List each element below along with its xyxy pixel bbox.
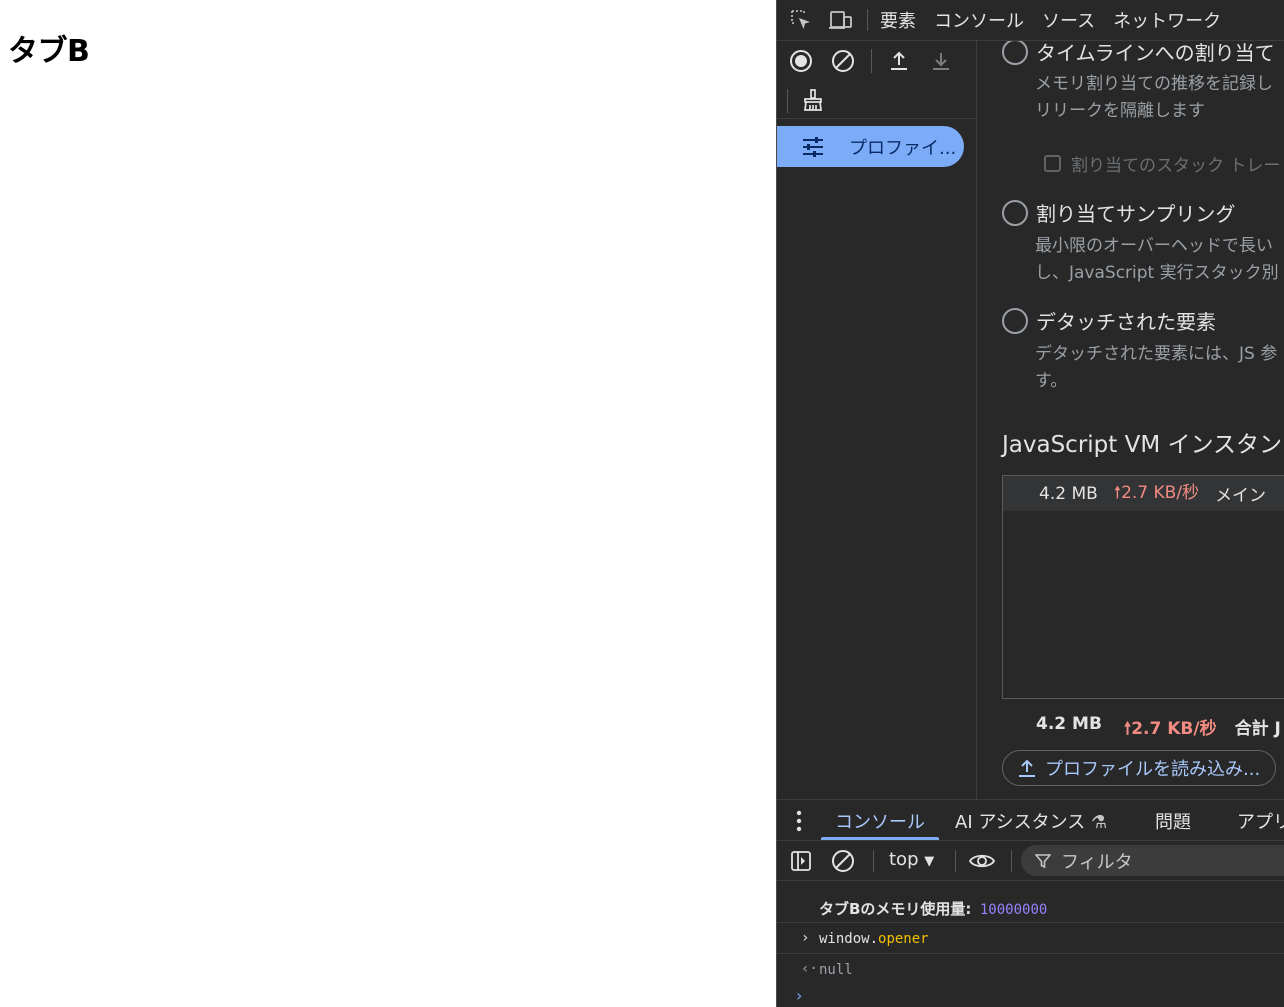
checkbox-label: 割り当てのスタック トレー: [1071, 156, 1281, 176]
option-description: メモリ割り当ての推移を記録し リリークを隔離します: [1035, 74, 1273, 121]
radio-circle[interactable]: [1002, 307, 1028, 334]
vm-rate: 🠕2.7 KB/秒: [1113, 483, 1200, 503]
tab-console[interactable]: コンソール: [934, 7, 1024, 33]
sidebar-item-label: プロファイ...: [849, 137, 957, 159]
table-row[interactable]: 4.2 MB 🠕2.7 KB/秒 メイン: [1003, 476, 1284, 511]
console-prompt-icon[interactable]: ›: [796, 986, 802, 1005]
clear-console-icon[interactable]: [830, 848, 856, 874]
radio-label: 割り当てサンプリング: [1036, 202, 1236, 226]
toolbar-divider: [955, 850, 956, 872]
input-object: window.: [819, 931, 879, 947]
devtools-tabbar: 要素 コンソール ソース ネットワーク: [777, 0, 1284, 41]
download-icon: [928, 48, 954, 74]
checkbox-box[interactable]: [1044, 155, 1061, 172]
eye-icon[interactable]: [969, 848, 995, 874]
clear-icon[interactable]: [830, 48, 856, 74]
radio-circle[interactable]: [1002, 41, 1028, 65]
upload-icon[interactable]: [886, 48, 912, 74]
profiles-sidebar: プロファイ...: [777, 41, 977, 799]
radio-label: デタッチされた要素: [1036, 310, 1216, 334]
toolbar-divider: [1011, 850, 1012, 872]
more-options-icon[interactable]: [796, 810, 802, 832]
vm-section-title: JavaScript VM インスタン: [1002, 432, 1283, 458]
tune-icon: [801, 136, 825, 157]
toolbar-divider: [867, 9, 868, 31]
drawer-tabbar: コンソール AI アシスタンス ⚗ 問題 アプリ: [777, 800, 1284, 841]
console-input-line[interactable]: › window.opener: [777, 923, 1284, 954]
radio-label: タイムラインへの割り当て: [1036, 41, 1275, 65]
upload-icon: [1017, 758, 1037, 778]
inspect-element-icon[interactable]: [789, 8, 813, 32]
checkbox-allocation-stacks[interactable]: 割り当てのスタック トレー: [1044, 151, 1280, 176]
device-toolbar-icon[interactable]: [829, 8, 853, 32]
drawer-tab-application[interactable]: アプリ: [1237, 808, 1284, 834]
vm-instances-table: 4.2 MB 🠕2.7 KB/秒 メイン: [1002, 475, 1284, 699]
sidebar-item-profiles[interactable]: プロファイ...: [777, 126, 964, 167]
input-property: opener: [878, 931, 929, 947]
load-button-label: プロファイルを読み込み...: [1045, 759, 1261, 780]
record-icon[interactable]: [788, 48, 814, 74]
profiles-toolbar: [777, 41, 976, 119]
tab-sources[interactable]: ソース: [1042, 7, 1095, 33]
drawer-tab-ai-assistance[interactable]: AI アシスタンス ⚗: [955, 808, 1107, 834]
profiles-main-panel: タイムラインへの割り当て メモリ割り当ての推移を記録し リリークを隔離します 割…: [978, 41, 1284, 799]
tab-network[interactable]: ネットワーク: [1113, 7, 1221, 33]
vm-total: 4.2 MB 🠕2.7 KB/秒 合計 J: [1036, 714, 1281, 745]
result-value: null: [819, 962, 853, 978]
radio-circle[interactable]: [1002, 199, 1028, 226]
total-rate: 🠕2.7 KB/秒: [1123, 719, 1217, 739]
caret-down-icon: ▼: [924, 854, 935, 869]
active-tab-indicator: [821, 837, 939, 840]
context-selector[interactable]: top ▼: [889, 849, 934, 870]
toolbar-divider: [871, 49, 872, 73]
filter-placeholder: フィルタ: [1061, 851, 1133, 873]
page-heading: タブB: [8, 34, 90, 69]
arrow-up-icon: 🠕: [1113, 483, 1122, 503]
console-result-line[interactable]: ‹· null: [777, 954, 1284, 986]
drawer-tab-issues[interactable]: 問題: [1155, 808, 1191, 834]
result-chevron-icon: ‹·: [801, 961, 818, 977]
sidebar-toggle-icon[interactable]: [788, 848, 814, 874]
input-chevron-icon: ›: [801, 930, 810, 946]
drawer-tab-console[interactable]: コンソール: [835, 808, 925, 834]
console-toolbar: top ▼ フィルタ: [777, 841, 1284, 881]
option-description: 最小限のオーバーヘッドで長い し、JavaScript 実行スタック別: [1035, 236, 1279, 283]
load-profile-button[interactable]: プロファイルを読み込み...: [1002, 750, 1276, 786]
log-text: タブBのメモリ使用量:: [819, 900, 972, 918]
total-label: 合計 J: [1234, 719, 1281, 739]
radio-allocation-sampling[interactable]: 割り当てサンプリング: [1002, 198, 1235, 227]
tab-elements[interactable]: 要素: [880, 7, 916, 33]
radio-allocation-timeline[interactable]: タイムラインへの割り当て: [1002, 41, 1275, 66]
console-log-message[interactable]: タブBのメモリ使用量: 10000000: [777, 889, 1284, 923]
toolbar-divider: [787, 89, 788, 113]
console-filter-input[interactable]: フィルタ: [1021, 845, 1284, 876]
vm-name: メイン: [1215, 486, 1267, 506]
log-number: 10000000: [979, 902, 1048, 918]
flask-icon: ⚗: [1091, 812, 1108, 833]
console-drawer: コンソール AI アシスタンス ⚗ 問題 アプリ top ▼: [777, 799, 1284, 1007]
option-description: デタッチされた要素には、JS 参 す。: [1035, 344, 1278, 391]
garbage-collect-icon[interactable]: [800, 87, 826, 113]
filter-icon: [1035, 853, 1051, 869]
total-size: 4.2 MB: [1036, 714, 1102, 734]
toolbar-divider: [873, 850, 874, 872]
radio-detached-elements[interactable]: デタッチされた要素: [1002, 306, 1216, 335]
devtools-panel: 要素 コンソール ソース ネットワーク プロファイ... タイムラインへの割り当…: [776, 0, 1284, 1007]
vm-size: 4.2 MB: [1039, 483, 1098, 504]
